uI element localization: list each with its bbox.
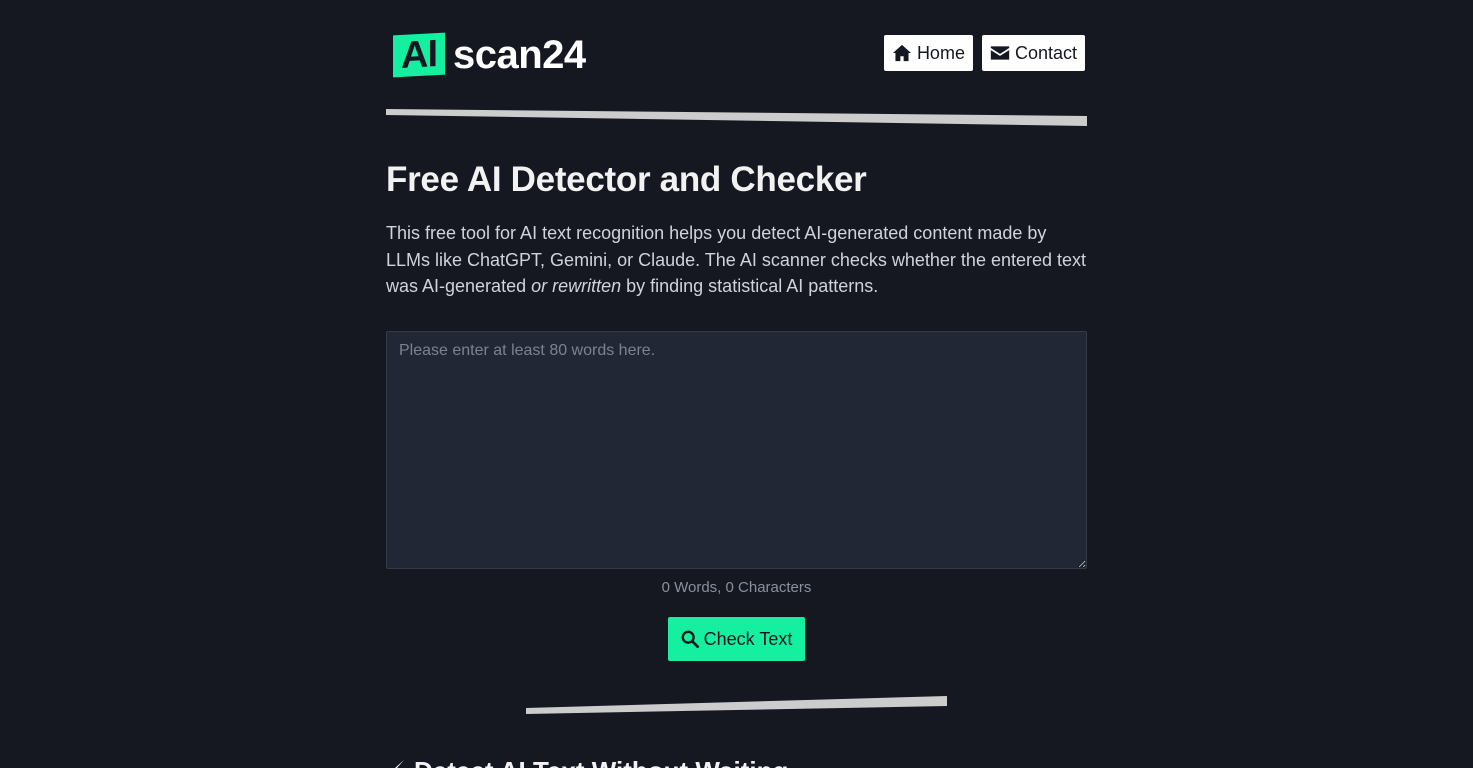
envelope-icon — [990, 46, 1010, 60]
check-text-button[interactable]: Check Text — [668, 617, 805, 661]
site-header: AI scan24 Home Contact — [386, 0, 1087, 100]
text-input[interactable] — [386, 331, 1087, 569]
logo-text: scan24 — [453, 33, 586, 77]
section-title-text: Detect AI Text Without Waiting — [414, 756, 788, 768]
page-container: AI scan24 Home Contact Free AI Detector … — [386, 0, 1087, 768]
check-text-label: Check Text — [703, 628, 793, 649]
logo-mark: AI — [393, 32, 445, 78]
nav-home-label: Home — [916, 42, 965, 63]
section-title: Detect AI Text Without Waiting — [386, 756, 788, 768]
word-character-counter: 0 Words, 0 Characters — [661, 579, 812, 596]
section-divider — [526, 696, 947, 714]
header-divider — [386, 109, 1087, 126]
intro-emphasis: or rewritten — [531, 276, 622, 296]
nav-contact-button[interactable]: Contact — [981, 35, 1085, 71]
nav-home-button[interactable]: Home — [883, 35, 973, 71]
site-logo[interactable]: AI scan24 — [393, 32, 586, 78]
bolt-icon — [394, 759, 406, 768]
page-title: Free AI Detector and Checker — [386, 160, 867, 199]
nav-contact-label: Contact — [1014, 42, 1077, 63]
intro-paragraph: This free tool for AI text recognition h… — [386, 220, 1087, 300]
home-icon — [892, 44, 911, 62]
intro-text-2: by finding statistical AI patterns. — [621, 276, 879, 296]
main-nav: Home Contact — [883, 35, 1085, 71]
search-icon — [681, 630, 699, 648]
